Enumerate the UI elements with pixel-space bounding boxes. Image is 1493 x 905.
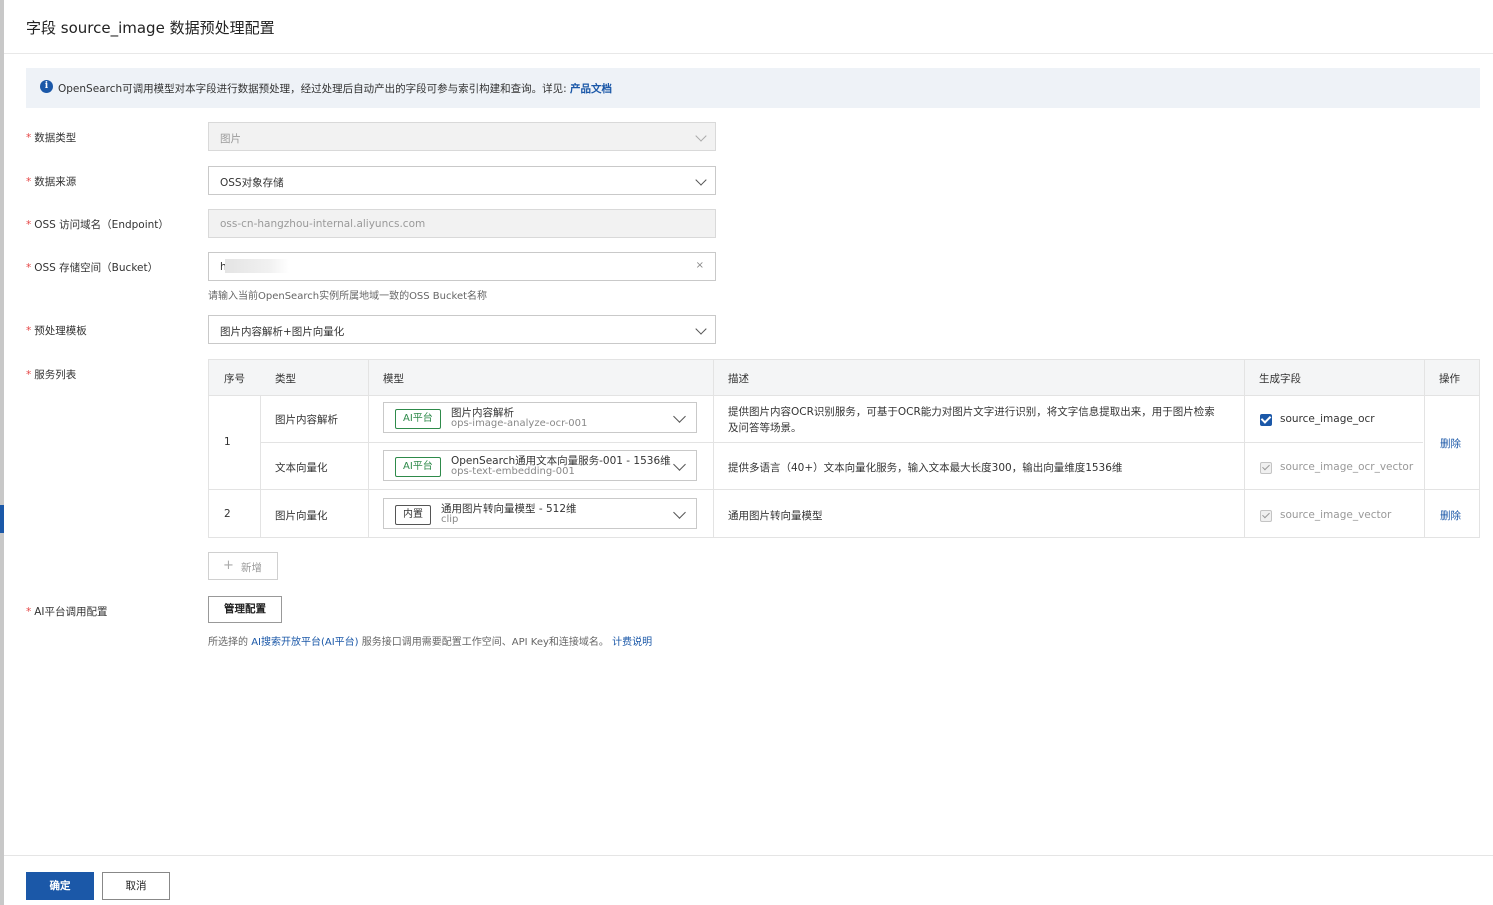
row-index: 1 (224, 436, 231, 448)
field-name: source_image_ocr (1280, 413, 1375, 425)
chevron-down-icon (673, 410, 686, 423)
data-type-value: 图片 (220, 133, 241, 145)
plus-icon: + (223, 558, 234, 573)
divider (260, 395, 261, 537)
row-type: 图片内容解析 (275, 414, 338, 426)
field-name: source_image_vector (1280, 509, 1392, 521)
dialog-title: 字段 source_image 数据预处理配置 (26, 19, 275, 37)
info-message: OpenSearch可调用模型对本字段进行数据预处理，经过处理后自动产出的字段可… (58, 83, 567, 95)
chevron-down-icon (673, 506, 686, 519)
clear-icon[interactable]: × (696, 260, 704, 271)
model-id: ops-text-embedding-001 (451, 466, 575, 477)
help-prefix: 所选择的 (208, 637, 248, 648)
template-value: 图片内容解析+图片向量化 (220, 326, 345, 338)
divider (1424, 360, 1425, 537)
info-icon: i (40, 80, 53, 93)
checkbox (1260, 462, 1272, 474)
field-name: source_image_ocr_vector (1280, 461, 1414, 473)
add-label: 新增 (241, 562, 262, 574)
table-header: 序号 类型 模型 描述 生成字段 操作 (209, 360, 1479, 396)
endpoint-value: oss-cn-hangzhou-internal.aliyuncs.com (220, 218, 426, 230)
divider (260, 442, 1423, 443)
dialog-header: 字段 source_image 数据预处理配置 (4, 0, 1493, 54)
header-op: 操作 (1439, 373, 1460, 385)
service-table: 序号 类型 模型 描述 生成字段 操作 1 图片内容解析 AI平台 图片内容解析… (208, 359, 1480, 538)
ai-platform-link[interactable]: AI搜索开放平台(AI平台) (251, 637, 358, 648)
header-model: 模型 (383, 373, 404, 385)
info-banner: i OpenSearch可调用模型对本字段进行数据预处理，经过处理后自动产出的字… (26, 68, 1480, 108)
divider (713, 360, 714, 537)
ai-config-help: 所选择的 AI搜索开放平台(AI平台) 服务接口调用需要配置工作空间、API K… (208, 633, 652, 648)
divider (368, 360, 369, 537)
left-edge-marker (0, 505, 4, 533)
model-select[interactable]: 内置 通用图片转向量模型 - 512维 clip (383, 498, 697, 529)
chevron-down-icon (695, 323, 707, 335)
endpoint-label: * OSS 访问域名（Endpoint） (26, 219, 169, 231)
product-doc-link[interactable]: 产品文档 (570, 83, 612, 95)
delete-link[interactable]: 删除 (1440, 508, 1461, 523)
model-name: 通用图片转向量模型 - 512维 (441, 503, 577, 515)
ai-config-label: * AI平台调用配置 (26, 606, 108, 618)
row-index: 2 (224, 508, 231, 520)
bucket-helper-text: 请输入当前OpenSearch实例所属地域一致的OSS Bucket名称 (208, 291, 488, 302)
model-tag: AI平台 (395, 457, 441, 477)
header-index: 序号 (224, 373, 245, 385)
bucket-input[interactable]: h × (208, 252, 716, 281)
model-tag: AI平台 (395, 409, 441, 429)
template-label: * 预处理模板 (26, 325, 87, 337)
row-desc-line2: 及问答等场景。 (728, 422, 802, 434)
add-service-button[interactable]: + 新增 (208, 552, 278, 580)
bucket-label: * OSS 存储空间（Bucket） (26, 262, 159, 274)
confirm-button[interactable]: 确定 (26, 872, 94, 900)
cancel-button[interactable]: 取消 (102, 872, 170, 900)
help-middle: 服务接口调用需要配置工作空间、API Key和连接域名。 (361, 637, 609, 648)
divider (1244, 360, 1245, 537)
data-type-select: 图片 (208, 122, 716, 151)
row-desc: 提供多语言（40+）文本向量化服务，输入文本最大长度300，输出向量维度1536… (728, 462, 1123, 474)
chevron-down-icon (695, 174, 707, 186)
row-type: 文本向量化 (275, 462, 328, 474)
header-type: 类型 (275, 373, 296, 385)
row-desc: 通用图片转向量模型 (728, 510, 823, 522)
manage-config-button[interactable]: 管理配置 (208, 596, 282, 623)
chevron-down-icon (673, 458, 686, 471)
data-source-value: OSS对象存储 (220, 177, 284, 189)
chevron-down-icon (695, 130, 707, 142)
model-select[interactable]: AI平台 图片内容解析 ops-image-analyze-ocr-001 (383, 402, 697, 433)
model-tag: 内置 (395, 505, 431, 525)
row-type: 图片向量化 (275, 510, 328, 522)
template-select[interactable]: 图片内容解析+图片向量化 (208, 315, 716, 344)
data-type-label: * 数据类型 (26, 132, 77, 144)
model-id: clip (441, 514, 459, 525)
checkbox (1260, 510, 1272, 522)
info-text: OpenSearch可调用模型对本字段进行数据预处理，经过处理后自动产出的字段可… (58, 81, 612, 96)
endpoint-input: oss-cn-hangzhou-internal.aliyuncs.com (208, 209, 716, 238)
footer-divider (4, 855, 1493, 856)
row-desc: 提供图片内容OCR识别服务，可基于OCR能力对图片文字进行识别，将文字信息提取出… (728, 406, 1215, 418)
model-id: ops-image-analyze-ocr-001 (451, 418, 588, 429)
model-select[interactable]: AI平台 OpenSearch通用文本向量服务-001 - 1536维 ops-… (383, 450, 697, 481)
checkbox[interactable] (1260, 413, 1272, 426)
data-source-select[interactable]: OSS对象存储 (208, 166, 716, 195)
redacted-value (225, 259, 289, 273)
billing-link[interactable]: 计费说明 (612, 637, 652, 648)
delete-link[interactable]: 删除 (1440, 436, 1461, 451)
header-desc: 描述 (728, 373, 749, 385)
header-field: 生成字段 (1259, 373, 1301, 385)
services-label: * 服务列表 (26, 369, 77, 381)
left-edge-strip (0, 0, 4, 905)
data-source-label: * 数据来源 (26, 176, 77, 188)
divider (209, 489, 1479, 490)
